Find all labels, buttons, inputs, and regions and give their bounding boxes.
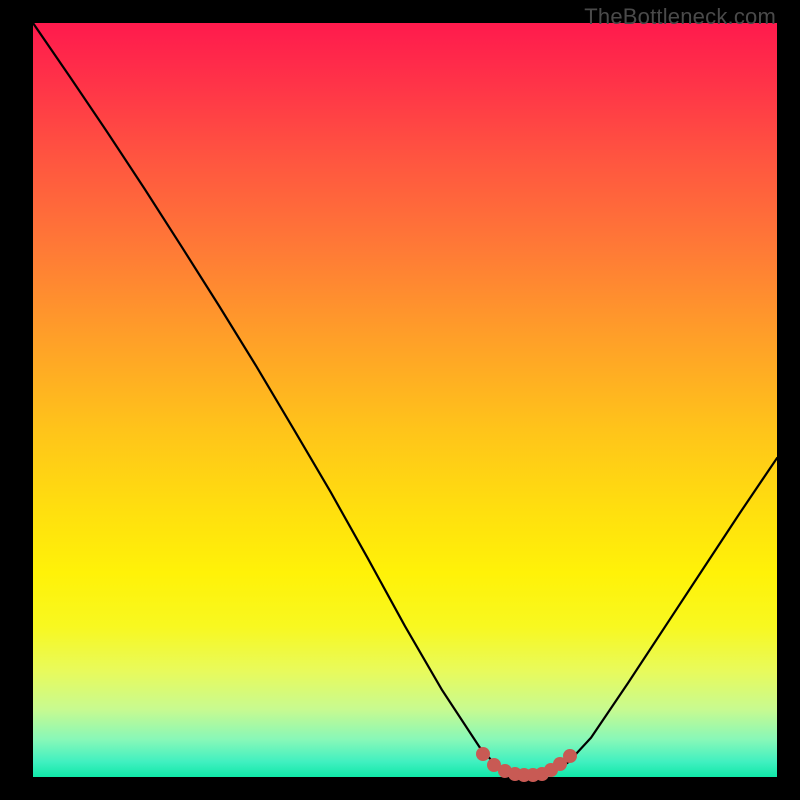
- bottleneck-curve: [33, 23, 777, 775]
- chart-container: TheBottleneck.com: [0, 0, 800, 800]
- plot-area: [33, 23, 777, 777]
- highlight-marker: [563, 749, 577, 763]
- watermark-text: TheBottleneck.com: [584, 4, 776, 30]
- highlight-marker: [476, 747, 490, 761]
- line-layer: [33, 23, 777, 777]
